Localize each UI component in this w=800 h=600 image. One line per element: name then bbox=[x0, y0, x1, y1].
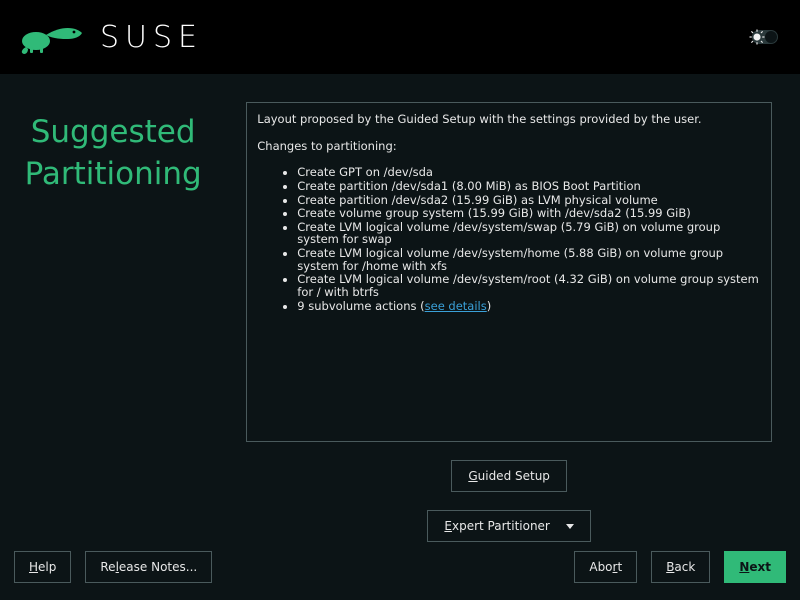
brand-text: SUSE bbox=[100, 20, 203, 55]
chameleon-icon bbox=[18, 19, 86, 55]
label-rest: uided Setup bbox=[478, 469, 550, 483]
footer: Help Release Notes... Abort Back Next bbox=[0, 548, 800, 600]
guided-setup-button[interactable]: Guided Setup bbox=[451, 460, 567, 492]
toggle-knob bbox=[765, 31, 777, 43]
list-item: Create LVM logical volume /dev/system/sw… bbox=[297, 221, 761, 246]
list-item: Create GPT on /dev/sda bbox=[297, 166, 761, 179]
changes-list: Create GPT on /dev/sda Create partition … bbox=[257, 166, 761, 312]
list-item: 9 subvolume actions (see details) bbox=[297, 300, 761, 313]
mnemonic: H bbox=[29, 560, 38, 574]
footer-left: Help Release Notes... bbox=[14, 551, 212, 583]
next-button[interactable]: Next bbox=[724, 551, 786, 583]
help-button[interactable]: Help bbox=[14, 551, 71, 583]
release-notes-button[interactable]: Release Notes... bbox=[85, 551, 212, 583]
logo: SUSE bbox=[18, 19, 203, 55]
header: SUSE bbox=[0, 0, 800, 74]
back-button[interactable]: Back bbox=[651, 551, 710, 583]
theme-toggle[interactable] bbox=[752, 30, 778, 44]
list-item: Create partition /dev/sda1 (8.00 MiB) as… bbox=[297, 180, 761, 193]
chevron-down-icon bbox=[566, 524, 574, 529]
abort-button[interactable]: Abort bbox=[574, 551, 637, 583]
label: Abort bbox=[589, 560, 622, 574]
footer-right: Abort Back Next bbox=[574, 551, 786, 583]
label-rest: elp bbox=[38, 560, 56, 574]
panel-actions: Guided Setup Expert Partitioner bbox=[427, 460, 590, 542]
partitioning-panel: Layout proposed by the Guided Setup with… bbox=[246, 102, 772, 442]
panel-changes-label: Changes to partitioning: bbox=[257, 140, 761, 153]
label-rest: ack bbox=[674, 560, 695, 574]
list-item: Create partition /dev/sda2 (15.99 GiB) a… bbox=[297, 194, 761, 207]
mnemonic: G bbox=[468, 469, 477, 483]
sun-icon bbox=[748, 28, 766, 46]
label-rest: xpert Partitioner bbox=[452, 519, 550, 533]
label-rest: ext bbox=[749, 560, 771, 574]
see-details-link[interactable]: see details bbox=[425, 299, 487, 313]
mnemonic: E bbox=[444, 519, 452, 533]
expert-partitioner-button[interactable]: Expert Partitioner bbox=[427, 510, 590, 542]
subvol-prefix: 9 subvolume actions ( bbox=[297, 299, 424, 313]
page-title: Suggested Partitioning bbox=[0, 112, 226, 196]
subvol-suffix: ) bbox=[487, 299, 492, 313]
label: Release Notes... bbox=[100, 560, 197, 574]
mnemonic: N bbox=[739, 560, 749, 574]
main: Suggested Partitioning Layout proposed b… bbox=[0, 74, 800, 548]
panel-intro: Layout proposed by the Guided Setup with… bbox=[257, 113, 761, 126]
list-item: Create volume group system (15.99 GiB) w… bbox=[297, 207, 761, 220]
list-item: Create LVM logical volume /dev/system/ro… bbox=[297, 273, 761, 298]
side-column: Suggested Partitioning bbox=[0, 102, 226, 548]
list-item: Create LVM logical volume /dev/system/ho… bbox=[297, 247, 761, 272]
content-column: Layout proposed by the Guided Setup with… bbox=[246, 102, 772, 548]
